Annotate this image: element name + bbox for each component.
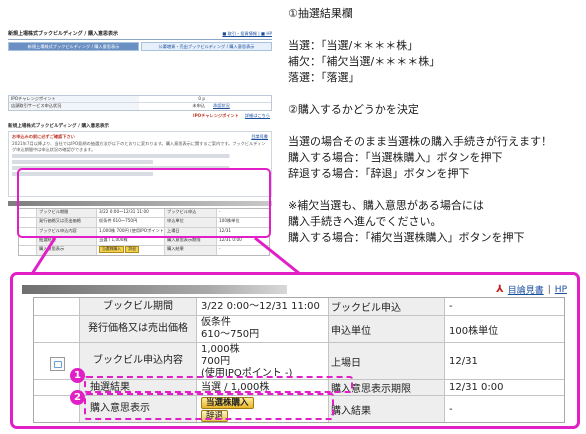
broken-image-icon [50,357,65,371]
instruction-line: 購入手続きへ進んでください。 [288,215,442,228]
hp-link[interactable]: HP [555,285,567,295]
listing-date-label: 上場日 [329,343,445,379]
header-links: ⅄ 目論見書 | HP [496,283,567,296]
content-label: ブックビル申込内容 [80,343,197,379]
link-separator: | [547,284,551,295]
mini-prospectus-link[interactable]: 目論見書 [251,134,268,139]
mini-top-links[interactable]: ■ 取引・投資情報 | ■ HP [222,31,272,36]
prospectus-link[interactable]: 目論見書 [508,283,544,296]
table-row-price: 発行価格又は売出価格 仮条件 610〜750円 申込単位 100株単位 [34,316,564,343]
mini-section-title: 新規上場株式ブックビルディング / 購入意思表示 [8,124,110,129]
highlight-lottery-result [84,376,353,393]
price-label: 発行価格又は売出価格 [80,316,197,342]
mini-info-label: 店頭取引サービス申込状況 [9,103,139,110]
price-value: 仮条件 610〜750円 [197,316,329,342]
mini-table-row: 購入意思表示 当選株購入 辞退 購入結果 - [19,246,269,256]
mini-highlight-frame [17,168,271,238]
mini-info-table: IPOチャレンジポイント 0 p 店頭取引サービス申込状況 未申込 承認状況 [8,95,272,111]
instruction-line: 補欠：「補欠当選/＊＊＊＊株」 [288,55,441,68]
instruction-line: 購入する場合：「補欠当選株購入」ボタンを押下 [288,231,525,244]
instruction-line: ①抽選結果欄 [288,7,353,20]
mini-divider [8,39,272,40]
period-value: 3/22 0:00〜12/31 11:00 [197,298,329,315]
mini-buy-button[interactable]: 当選株購入 [99,246,124,253]
listing-date-value: 12/31 [449,355,478,367]
mini-info-row: IPOチャレンジポイント 0 p [9,96,271,103]
content-value: 1,000株 700円 (使用IPOポイント -) [197,343,329,379]
mini-info-row: 店頭取引サービス申込状況 未申込 承認状況 [9,103,271,110]
mini-notice-text: 2021年7月以降より、当社ではIPO銘柄の抽選方法が以下のとおりに変わります。… [12,141,266,152]
mini-page-title: 新規上場株式ブックビルディング / 購入意思表示 [8,31,118,37]
mini-tabs: 新規上場株式ブックビルディング / 購入意思表示 公募増資・売出ブックビルディン… [8,42,272,51]
application-value: - [449,301,453,312]
mini-notice-title: お申込みの前に必ずご確認下さい [12,134,75,139]
table-row-period: ブックビル期間 3/22 0:00〜12/31 11:00 ブックビル申込 - [34,298,564,316]
unit-value: 100株単位 [449,325,499,337]
mini-tab-ipo[interactable]: 新規上場株式ブックビルディング / 購入意思表示 [8,42,139,51]
instruction-line: 購入する場合：「当選株購入」ボタンを押下 [288,151,503,164]
mini-info-value: 未申込 [192,103,205,108]
mini-text-line [12,153,268,158]
mini-info-value: 0 p [198,96,205,101]
mini-table-row: 抽選結果 当選 / 1,000株 購入意思表示期限 12/31 0:00 [19,236,269,247]
instruction-line: 当選：「当選/＊＊＊＊株」 [288,39,419,52]
instruction-line: 当選の場合そのまま当選株の購入手続きが行えます！ [288,135,552,148]
mini-tab-po[interactable]: 公募増資・売出ブックビルディング / 購入意思表示 [141,42,272,51]
mini-info-link[interactable]: 承認状況 [209,103,271,110]
mini-decline-button[interactable]: 辞退 [125,246,139,253]
instruction-line: 落選：「落選」 [288,71,360,84]
instruction-line: 辞退する場合：「辞退」ボタンを押下 [288,167,470,180]
instructions-panel: ①抽選結果欄当選：「当選/＊＊＊＊株」補欠：「補欠当選/＊＊＊＊株」 落選：「落選… [288,6,584,246]
purchase-result-label: 購入結果 [329,396,445,422]
application-label: ブックビル申込 [329,298,445,315]
table-row-content: ブックビル申込内容 1,000株 700円 (使用IPOポイント -) 上場日 … [34,343,564,380]
period-label: ブックビル期間 [80,298,197,315]
mini-info-extra [209,96,271,102]
mini-ipo-challenge-logo[interactable]: IPOチャレンジポイント [193,113,239,118]
highlight-purchase-intent [84,393,334,420]
mini-notice-header: お申込みの前に必ずご確認下さい 目論見書 [12,134,268,139]
unit-label: 申込単位 [329,316,445,342]
annotation-badge-1: 1 [70,368,85,383]
purchase-result-value: - [449,403,453,415]
zoomed-detail-panel: ⅄ 目論見書 | HP ブックビル期間 3/22 0:00〜12/31 11:0… [10,272,580,429]
annotation-badge-2: 2 [70,390,85,405]
instruction-line: ②購入するかどうかを決定 [288,103,419,116]
mini-point-links: IPOチャレンジポイント 詳細はこちら [193,113,270,118]
intent-deadline-value: 12/31 0:00 [449,382,504,393]
mini-detail-link[interactable]: 詳細はこちら [245,113,270,118]
stock-name-bar [22,285,287,294]
pdf-icon: ⅄ [496,284,504,295]
mini-info-label: IPOチャレンジポイント [9,96,139,102]
mini-text-line [12,159,268,164]
instruction-line: ※補欠当選も、購入意思がある場合には [288,199,484,212]
